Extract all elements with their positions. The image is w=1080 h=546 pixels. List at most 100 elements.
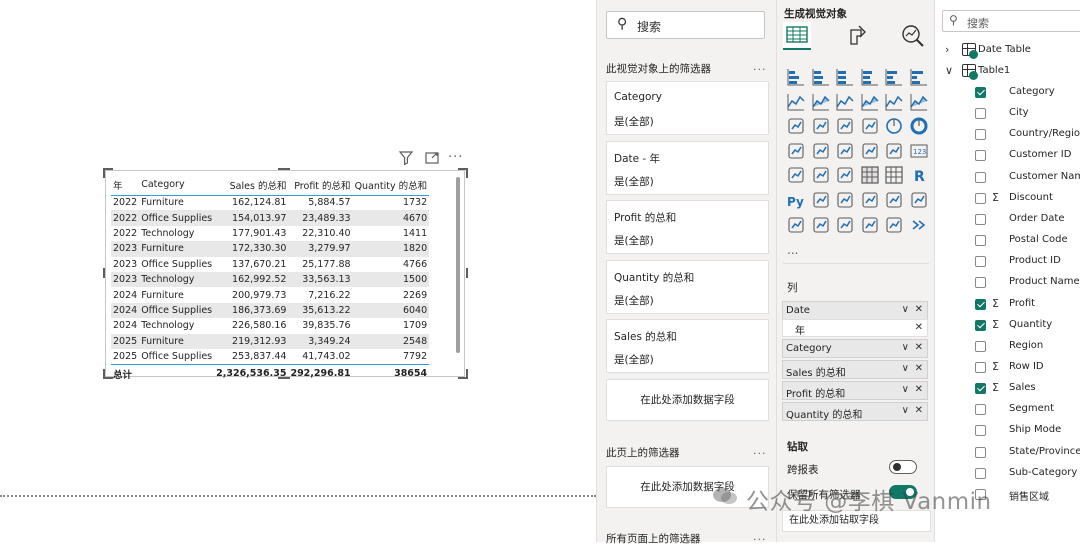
100-stacked-bar-chart-icon[interactable] [885,68,903,86]
qa-icon[interactable] [861,191,879,209]
pie-chart-icon[interactable] [885,117,903,135]
more-visuals-icon[interactable]: ... [787,243,798,257]
filter-icon[interactable] [398,150,414,170]
chevron-down-icon[interactable]: ∨ [902,363,909,374]
python-visual-icon[interactable]: Py [787,191,805,209]
well-category[interactable]: Category ∨ ✕ [782,339,928,358]
ribbon-chart-icon[interactable] [787,117,805,135]
azure-map-icon[interactable] [861,142,879,160]
gauge-icon[interactable] [885,142,903,160]
field-item[interactable]: Σ Discount [975,190,1080,208]
line-chart-icon[interactable] [787,93,805,111]
donut-chart-icon[interactable] [910,117,928,135]
funnel-chart-icon[interactable] [836,117,854,135]
field-checkbox[interactable] [975,361,986,373]
table-node-date-table[interactable]: › Date Table [945,42,1080,60]
matrix-icon[interactable] [885,166,903,184]
diamond-visual-icon[interactable] [885,216,903,234]
well-profit[interactable]: Profit 的总和 ∨ ✕ [782,381,928,400]
r-visual-icon[interactable]: R [910,166,928,185]
matrix-visual[interactable]: 年 Category Sales 的总和 Profit 的总和 Quantity 的总和… [105,170,465,383]
map-icon[interactable] [812,142,830,160]
filter-card-profit[interactable]: Profit 的总和 是(全部) [606,200,769,254]
resize-handle[interactable] [103,268,105,278]
area-chart-icon[interactable] [811,93,830,111]
card-icon[interactable]: 123 [910,142,928,160]
paginated-report-icon[interactable] [787,216,805,234]
power-automate-icon[interactable] [836,216,854,234]
table-node-table1[interactable]: ∨ Table1 [945,63,1080,81]
resize-handle[interactable] [466,168,468,178]
clustered-bar-chart-icon[interactable] [836,68,854,86]
chevron-right-icon[interactable]: › [945,43,949,56]
field-item[interactable]: Country/Region [975,126,1080,144]
column-header[interactable]: Category [139,175,215,196]
scatter-chart-icon[interactable] [861,117,879,135]
resize-handle[interactable] [278,168,290,170]
clustered-column-chart-icon[interactable] [861,68,879,86]
field-item[interactable]: Σ Sales [975,380,1080,398]
column-header[interactable]: Profit 的总和 [288,175,353,196]
field-checkbox[interactable] [975,340,986,352]
field-item[interactable]: Product ID [975,253,1080,271]
field-item[interactable]: State/Province [975,444,1080,462]
filter-card-category[interactable]: Category 是(全部) [606,81,769,135]
kpi-icon[interactable] [812,166,830,184]
stacked-column-chart-icon[interactable] [812,68,830,86]
analytics-tab-icon[interactable] [899,22,927,50]
more-options-icon[interactable]: ... [753,60,767,73]
field-item[interactable]: Region [975,338,1080,356]
slicer-icon[interactable] [836,166,854,184]
field-item[interactable]: Order Date [975,211,1080,229]
well-date-year[interactable]: 年 ✕ [782,319,928,337]
resize-handle[interactable] [278,377,290,379]
field-checkbox[interactable] [975,319,986,331]
field-item[interactable]: Postal Code [975,232,1080,250]
field-item[interactable]: Customer Name [975,169,1080,187]
goals-icon[interactable] [910,191,928,209]
decomposition-tree-icon[interactable] [836,191,854,209]
well-quantity[interactable]: Quantity 的总和 ∨ ✕ [782,402,928,421]
field-item[interactable]: Segment [975,401,1080,419]
field-item[interactable]: Category [975,84,1080,102]
cross-report-toggle[interactable] [889,460,917,474]
column-header[interactable]: 年 [111,175,140,196]
filter-search-input[interactable]: ⚲ 搜索 [606,11,765,39]
data-search-input[interactable]: ⚲ 搜索 [942,10,1080,32]
field-checkbox[interactable] [975,87,986,98]
filter-card-quantity[interactable]: Quantity 的总和 是(全部) [606,260,769,314]
more-options-icon[interactable]: ··· [448,150,463,166]
column-header[interactable]: Quantity 的总和 [352,175,430,196]
format-tab-icon[interactable] [843,22,871,50]
key-influencers-icon[interactable] [812,191,830,209]
fields-tab-icon[interactable] [783,22,811,50]
custom-visual-icon[interactable] [861,216,879,234]
filter-card-sales[interactable]: Sales 的总和 是(全部) [606,319,769,373]
field-checkbox[interactable] [975,150,986,162]
field-checkbox[interactable] [975,467,986,479]
resize-handle[interactable] [466,369,468,379]
treemap-icon[interactable] [787,142,805,160]
close-icon[interactable]: ✕ [915,405,923,416]
more-options-icon[interactable]: ... [753,444,767,457]
waterfall-chart-icon[interactable] [812,117,830,135]
field-checkbox[interactable] [975,108,986,120]
field-item[interactable]: Ship Mode [975,422,1080,440]
field-item[interactable]: City [975,105,1080,123]
field-checkbox[interactable] [975,298,986,310]
field-item[interactable]: Customer ID [975,147,1080,165]
line-column-chart-icon[interactable] [885,93,903,111]
add-visual-filter-field[interactable]: 在此处添加数据字段 [606,379,769,421]
stacked-bar-chart-icon[interactable] [787,68,805,86]
chevron-down-icon[interactable]: ∨ [902,304,909,315]
vertical-scrollbar[interactable] [456,177,460,353]
field-checkbox[interactable] [975,256,986,268]
close-icon[interactable]: ✕ [915,304,923,315]
power-apps-icon[interactable] [812,216,830,234]
field-item[interactable]: Product Name [975,274,1080,292]
field-checkbox[interactable] [975,171,986,183]
resize-handle[interactable] [103,369,105,379]
close-icon[interactable]: ✕ [915,342,923,353]
field-checkbox[interactable] [975,404,986,416]
filter-card-date-year[interactable]: Date - 年 是(全部) [606,141,769,195]
